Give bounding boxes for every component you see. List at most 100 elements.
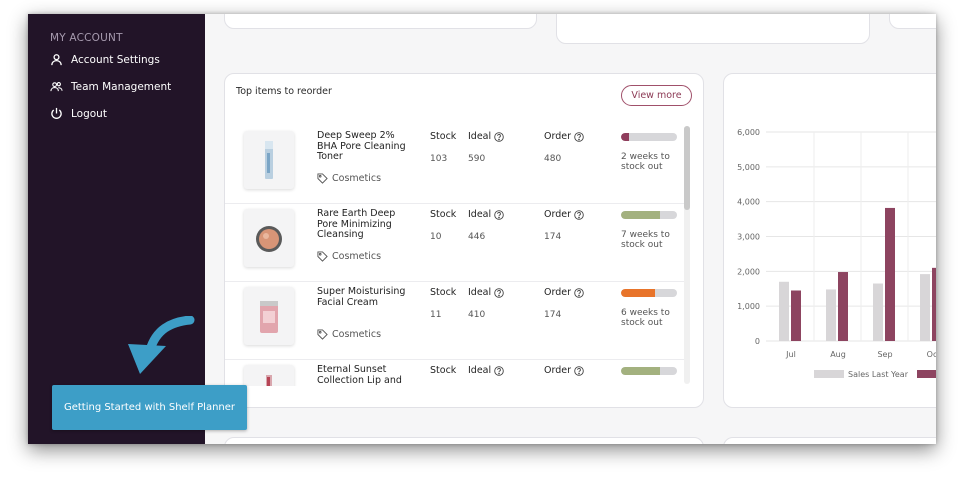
sidebar-item-label: Account Settings [71, 53, 160, 66]
top-card-2 [556, 14, 870, 44]
product-category: Cosmetics [317, 173, 381, 184]
help-icon[interactable] [574, 209, 584, 220]
bar-last-year [779, 281, 789, 341]
help-icon[interactable] [494, 131, 504, 142]
product-image [244, 209, 294, 267]
bottom-card-2 [723, 437, 936, 444]
order-text: Order [544, 287, 571, 298]
bar-this-year [885, 207, 895, 341]
x-tick-label: Sep [877, 350, 892, 359]
stock-level-fill [621, 289, 655, 297]
sidebar-section-title: MY ACCOUNT [50, 32, 123, 44]
help-icon[interactable] [494, 209, 504, 220]
reorder-card: Top items to reorder View more Deep Swee… [224, 73, 704, 408]
order-label: Order [544, 365, 584, 376]
sales-bar-chart: 0 1,000 2,000 3,000 4,000 5,000 6,000 Jul Aug Sep… [737, 128, 936, 379]
product-name: Eternal Sunset Collection Lip and [317, 364, 402, 386]
sidebar-item-label: Team Management [71, 80, 172, 93]
top-card-3 [889, 14, 936, 29]
top-card-1 [224, 14, 537, 29]
sidebar-item-logout[interactable]: Logout [50, 107, 107, 120]
stock-value: 10 [430, 232, 442, 242]
order-label: Order [544, 209, 584, 220]
stock-level-fill [621, 211, 661, 219]
x-tick-label: Oc [927, 350, 936, 359]
stock-level-fill [621, 367, 661, 375]
curved-arrow-icon [128, 316, 195, 374]
ideal-label: Ideal [468, 287, 504, 298]
ideal-label: Ideal [468, 365, 504, 376]
team-icon [50, 82, 63, 92]
bar-this-year [932, 267, 936, 341]
help-icon[interactable] [574, 287, 584, 298]
scrollbar-thumb[interactable] [684, 126, 690, 210]
bar-this-year [838, 272, 848, 341]
product-image [244, 365, 294, 386]
user-icon [51, 54, 62, 66]
ideal-value: 590 [468, 154, 486, 164]
tag-icon [317, 173, 328, 184]
ideal-value: 410 [468, 310, 486, 320]
bar-this-year [791, 290, 801, 341]
ideal-label: Ideal [468, 131, 504, 142]
getting-started-button[interactable]: Getting Started with Shelf Planner [52, 385, 247, 430]
help-icon[interactable] [574, 131, 584, 142]
list-item[interactable]: Rare Earth Deep Pore Minimizing Cleansin… [225, 204, 685, 282]
bar-last-year [873, 283, 883, 341]
order-label: Order [544, 131, 584, 142]
product-image [244, 131, 294, 189]
sidebar: MY ACCOUNT Account Settings Team Managem… [28, 14, 205, 444]
y-tick-label: 0 [755, 337, 760, 346]
list-item[interactable]: Eternal Sunset Collection Lip and Stock … [225, 360, 685, 386]
stock-level-bar [621, 133, 677, 141]
card-title: Top items to reorder [236, 86, 332, 97]
legend-label: Sales Last Year [848, 370, 909, 379]
stock-label: Stock [430, 131, 457, 142]
stock-value: 103 [430, 154, 448, 164]
tag-icon [317, 329, 328, 340]
sales-chart-card: 0 1,000 2,000 3,000 4,000 5,000 6,000 Jul Aug Sep… [723, 73, 936, 408]
reorder-list[interactable]: Deep Sweep 2% BHA Pore Cleaning Toner Co… [225, 126, 685, 386]
weeks-to-stockout: 6 weeks to stock out [621, 308, 670, 328]
stock-level-fill [621, 133, 629, 141]
bar-last-year [826, 289, 836, 341]
order-value: 480 [544, 154, 562, 164]
y-tick-label: 3,000 [737, 233, 760, 242]
order-text: Order [544, 365, 571, 376]
bar-last-year [920, 274, 930, 341]
help-icon[interactable] [494, 365, 504, 376]
order-text: Order [544, 209, 571, 220]
stock-label: Stock [430, 287, 457, 298]
product-name: Deep Sweep 2% BHA Pore Cleaning Toner [317, 130, 406, 162]
sidebar-item-team-management[interactable]: Team Management [50, 80, 171, 93]
sidebar-item-label: Logout [71, 107, 107, 120]
x-tick-label: Aug [830, 350, 846, 359]
ideal-text: Ideal [468, 287, 492, 298]
y-tick-label: 6,000 [737, 128, 760, 137]
order-text: Order [544, 131, 571, 142]
stock-level-bar [621, 289, 677, 297]
sidebar-item-account-settings[interactable]: Account Settings [50, 53, 160, 66]
power-icon [51, 107, 62, 119]
category-label: Cosmetics [332, 173, 382, 184]
list-item[interactable]: Deep Sweep 2% BHA Pore Cleaning Toner Co… [225, 126, 685, 204]
product-category: Cosmetics [317, 329, 381, 340]
product-name: Super Moisturising Facial Cream [317, 286, 406, 308]
x-tick-label: Jul [785, 350, 796, 359]
help-icon[interactable] [574, 365, 584, 376]
order-value: 174 [544, 310, 562, 320]
ideal-label: Ideal [468, 209, 504, 220]
list-item[interactable]: Super Moisturising Facial Cream Cosmetic… [225, 282, 685, 360]
view-more-button[interactable]: View more [621, 85, 692, 106]
product-name: Rare Earth Deep Pore Minimizing Cleansin… [317, 208, 396, 240]
legend-swatch-last-year [814, 370, 844, 378]
tag-icon [317, 251, 328, 262]
weeks-to-stockout: 2 weeks to stock out [621, 152, 670, 172]
y-tick-label: 1,000 [737, 302, 760, 311]
bottom-card-1 [224, 437, 704, 444]
stock-label: Stock [430, 365, 457, 376]
help-icon[interactable] [494, 287, 504, 298]
ideal-value: 446 [468, 232, 486, 242]
y-tick-label: 4,000 [737, 198, 760, 207]
ideal-text: Ideal [468, 209, 492, 220]
